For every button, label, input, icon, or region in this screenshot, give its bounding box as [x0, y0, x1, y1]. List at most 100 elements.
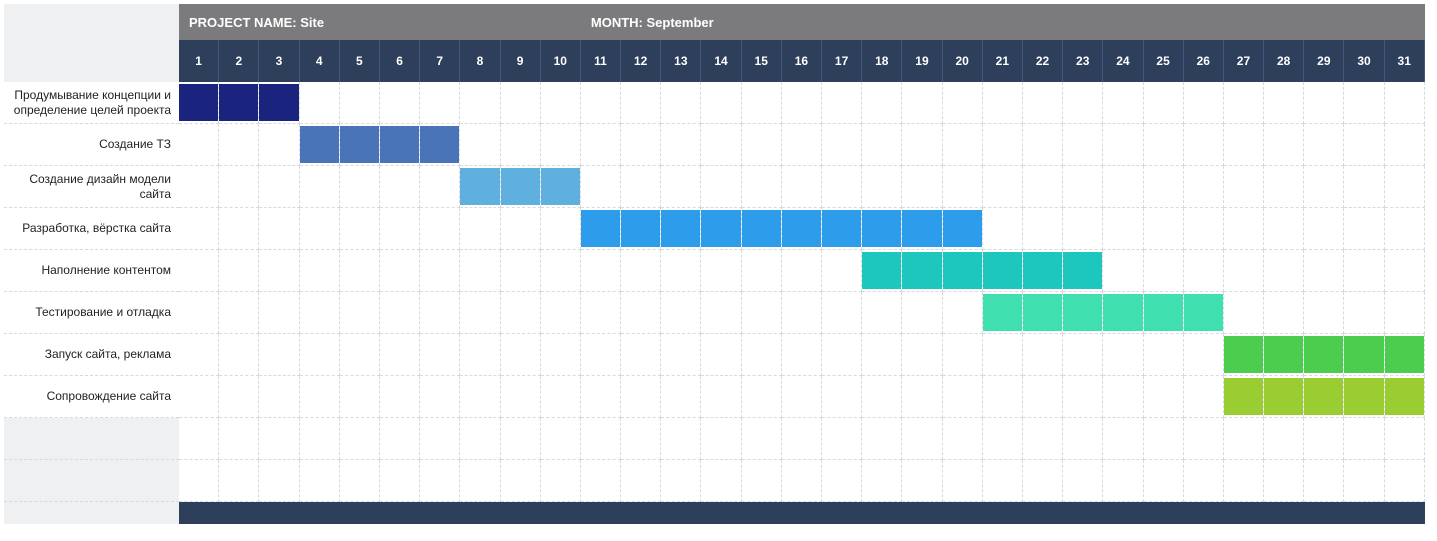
gantt-bar [1224, 378, 1263, 415]
gantt-cell [581, 376, 621, 418]
gantt-cell [862, 334, 902, 376]
gantt-bar [742, 210, 781, 247]
gantt-cell [1385, 82, 1425, 124]
gantt-cell [1344, 334, 1384, 376]
gantt-cell [1023, 418, 1063, 460]
gantt-cell [541, 208, 581, 250]
gantt-bar [1304, 336, 1343, 373]
empty-label [4, 418, 179, 460]
gantt-cell [1264, 292, 1304, 334]
gantt-cell [822, 292, 862, 334]
gantt-cell [782, 250, 822, 292]
gantt-cell [1144, 82, 1184, 124]
gantt-cell [1144, 334, 1184, 376]
gantt-cell [1224, 292, 1264, 334]
gantt-cell [1184, 292, 1224, 334]
gantt-cell [501, 208, 541, 250]
day-header: 27 [1224, 40, 1264, 82]
gantt-cell [1264, 334, 1304, 376]
gantt-cell [460, 418, 500, 460]
gantt-cell [943, 82, 983, 124]
gantt-cell [1023, 250, 1063, 292]
header-blank [4, 4, 179, 40]
gantt-bar [1385, 378, 1424, 415]
gantt-cell [1224, 82, 1264, 124]
gantt-cell [380, 208, 420, 250]
gantt-cell [420, 334, 460, 376]
gantt-cell [1144, 292, 1184, 334]
gantt-bar [1385, 336, 1424, 373]
gantt-cell [1304, 166, 1344, 208]
gantt-cell [1184, 418, 1224, 460]
gantt-cell [1184, 460, 1224, 502]
gantt-cell [340, 460, 380, 502]
gantt-cell [621, 208, 661, 250]
gantt-cell [219, 418, 259, 460]
day-header: 22 [1023, 40, 1063, 82]
gantt-cell [862, 460, 902, 502]
gantt-cell [701, 250, 741, 292]
gantt-cell [1103, 460, 1143, 502]
gantt-bar [501, 168, 540, 205]
gantt-cell [1063, 418, 1103, 460]
footer-bar [179, 502, 1425, 524]
gantt-cell [782, 124, 822, 166]
gantt-cell [541, 250, 581, 292]
gantt-cell [219, 208, 259, 250]
gantt-cell [701, 460, 741, 502]
day-header: 25 [1144, 40, 1184, 82]
gantt-cell [862, 166, 902, 208]
gantt-cell [581, 124, 621, 166]
gantt-cell [501, 124, 541, 166]
gantt-cell [902, 334, 942, 376]
day-header: 14 [701, 40, 741, 82]
gantt-cell [300, 166, 340, 208]
gantt-cell [300, 292, 340, 334]
gantt-bar [1264, 378, 1303, 415]
gantt-cell [340, 334, 380, 376]
gantt-bar [943, 210, 982, 247]
gantt-cell [219, 376, 259, 418]
gantt-cell [300, 460, 340, 502]
gantt-cell [1264, 376, 1304, 418]
gantt-bar [1023, 252, 1062, 289]
gantt-cell [1023, 82, 1063, 124]
gantt-cell [1023, 376, 1063, 418]
gantt-cell [661, 124, 701, 166]
empty-label [4, 460, 179, 502]
gantt-cell [300, 250, 340, 292]
gantt-cell [501, 334, 541, 376]
gantt-cell [340, 292, 380, 334]
gantt-cell [822, 208, 862, 250]
gantt-cell [661, 250, 701, 292]
day-header: 8 [460, 40, 500, 82]
gantt-cell [581, 208, 621, 250]
gantt-cell [259, 82, 299, 124]
gantt-cell [1063, 376, 1103, 418]
gantt-cell [1344, 166, 1384, 208]
gantt-cell [782, 292, 822, 334]
month-value: September [647, 15, 714, 30]
gantt-cell [581, 334, 621, 376]
gantt-cell [1063, 124, 1103, 166]
gantt-cell [1385, 334, 1425, 376]
gantt-cell [179, 292, 219, 334]
task-label: Создание дизайн модели сайта [4, 166, 179, 208]
gantt-cell [460, 82, 500, 124]
gantt-cell [902, 166, 942, 208]
gantt-cell [1063, 250, 1103, 292]
gantt-cell [1264, 124, 1304, 166]
gantt-cell [943, 460, 983, 502]
gantt-cell [501, 292, 541, 334]
gantt-cell [943, 418, 983, 460]
gantt-cell [259, 250, 299, 292]
gantt-cell [701, 292, 741, 334]
gantt-cell [1103, 376, 1143, 418]
gantt-cell [661, 292, 701, 334]
task-label: Разработка, вёрстка сайта [4, 208, 179, 250]
gantt-cell [742, 208, 782, 250]
gantt-cell [259, 376, 299, 418]
gantt-cell [501, 250, 541, 292]
gantt-cell [581, 166, 621, 208]
gantt-cell [1344, 208, 1384, 250]
